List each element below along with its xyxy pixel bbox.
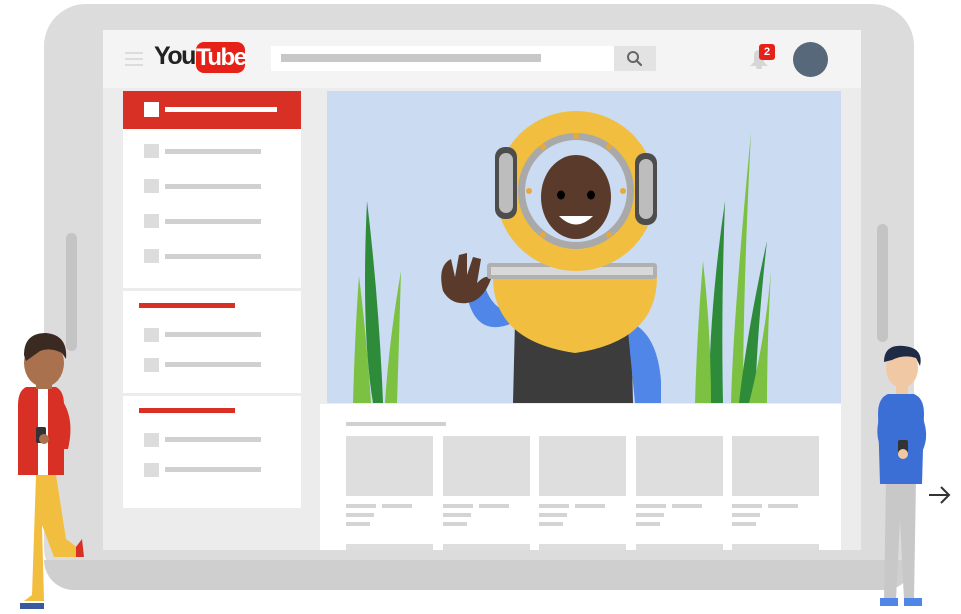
video-meta-line bbox=[443, 513, 471, 517]
youtube-logo-tube[interactable]: Tube bbox=[196, 42, 247, 73]
video-illustration bbox=[353, 111, 771, 403]
video-meta-line bbox=[539, 513, 567, 517]
video-meta-line bbox=[346, 513, 374, 517]
sidebar-item-label bbox=[165, 437, 261, 442]
video-thumbnail[interactable] bbox=[539, 544, 626, 550]
sidebar-section-heading bbox=[139, 408, 235, 413]
video-thumbnail[interactable] bbox=[732, 436, 819, 496]
person-right-illustration bbox=[877, 345, 927, 606]
video-thumbnail[interactable] bbox=[346, 544, 433, 550]
video-card[interactable] bbox=[539, 436, 626, 528]
sidebar-item-label bbox=[165, 149, 261, 154]
hamburger-menu-icon[interactable] bbox=[121, 50, 147, 68]
notification-badge: 2 bbox=[759, 44, 775, 60]
video-title-line bbox=[732, 504, 762, 508]
video-meta-line bbox=[732, 513, 760, 517]
sidebar-item-icon bbox=[144, 358, 159, 372]
video-title-line bbox=[672, 504, 702, 508]
sidebar-item[interactable] bbox=[123, 350, 301, 380]
sidebar-item-label bbox=[165, 184, 261, 189]
video-thumbnail[interactable] bbox=[443, 436, 530, 496]
search-placeholder-bar bbox=[281, 54, 541, 62]
sidebar-item-active[interactable] bbox=[123, 91, 301, 129]
video-title-line bbox=[768, 504, 798, 508]
search-icon bbox=[627, 51, 643, 67]
video-thumbnail[interactable] bbox=[732, 544, 819, 550]
video-card[interactable] bbox=[346, 436, 433, 528]
sidebar-item-label bbox=[165, 467, 261, 472]
sidebar-item-icon bbox=[144, 102, 159, 117]
youtube-logo-you[interactable]: You bbox=[154, 42, 196, 71]
sidebar-item-label bbox=[165, 254, 261, 259]
video-meta-line bbox=[443, 522, 467, 526]
video-thumbnail[interactable] bbox=[443, 544, 530, 550]
video-title-line bbox=[539, 504, 569, 508]
sidebar-section-heading bbox=[139, 303, 235, 308]
video-thumbnail[interactable] bbox=[636, 544, 723, 550]
search-button[interactable] bbox=[614, 46, 656, 71]
avatar[interactable] bbox=[793, 42, 828, 77]
sidebar-item-icon bbox=[144, 179, 159, 193]
video-grid bbox=[320, 404, 841, 550]
video-meta-line bbox=[732, 522, 756, 526]
video-meta-line bbox=[539, 522, 563, 526]
tablet-screen: You Tube 2 bbox=[103, 30, 861, 550]
sidebar-item-icon bbox=[144, 433, 159, 447]
video-thumbnail[interactable] bbox=[539, 436, 626, 496]
video-thumbnail[interactable] bbox=[346, 436, 433, 496]
video-title-line bbox=[479, 504, 509, 508]
sidebar-item-icon bbox=[144, 328, 159, 342]
sidebar-item-icon bbox=[144, 249, 159, 263]
video-card[interactable] bbox=[732, 436, 819, 528]
sidebar-item-icon bbox=[144, 463, 159, 477]
video-card[interactable] bbox=[636, 436, 723, 528]
tablet-right-button bbox=[877, 224, 888, 342]
sidebar-item-label bbox=[165, 219, 261, 224]
youtube-header: You Tube 2 bbox=[103, 30, 861, 88]
sidebar-item-icon bbox=[144, 214, 159, 228]
sidebar-item[interactable] bbox=[123, 320, 301, 350]
sidebar-item-label bbox=[165, 332, 261, 337]
sidebar-item[interactable] bbox=[123, 171, 301, 203]
sidebar-item[interactable] bbox=[123, 241, 301, 273]
video-title-line bbox=[382, 504, 412, 508]
video-meta-line bbox=[346, 522, 370, 526]
sidebar-item[interactable] bbox=[123, 425, 301, 455]
video-card[interactable] bbox=[443, 436, 530, 528]
video-meta-line bbox=[636, 513, 664, 517]
grid-section-title bbox=[346, 422, 446, 426]
arrow-right-icon[interactable] bbox=[925, 480, 955, 510]
person-left-illustration bbox=[18, 333, 84, 609]
video-player[interactable] bbox=[327, 91, 841, 403]
video-thumbnail[interactable] bbox=[636, 436, 723, 496]
video-title-line bbox=[575, 504, 605, 508]
sidebar-item-label bbox=[165, 362, 261, 367]
sidebar-item[interactable] bbox=[123, 455, 301, 485]
sidebar-item-icon bbox=[144, 144, 159, 158]
sidebar-item[interactable] bbox=[123, 206, 301, 238]
tablet-bottom-edge bbox=[44, 560, 914, 590]
video-title-line bbox=[346, 504, 376, 508]
sidebar-item-label bbox=[165, 107, 277, 112]
video-title-line bbox=[443, 504, 473, 508]
sidebar-item[interactable] bbox=[123, 136, 301, 168]
video-meta-line bbox=[636, 522, 660, 526]
video-title-line bbox=[636, 504, 666, 508]
